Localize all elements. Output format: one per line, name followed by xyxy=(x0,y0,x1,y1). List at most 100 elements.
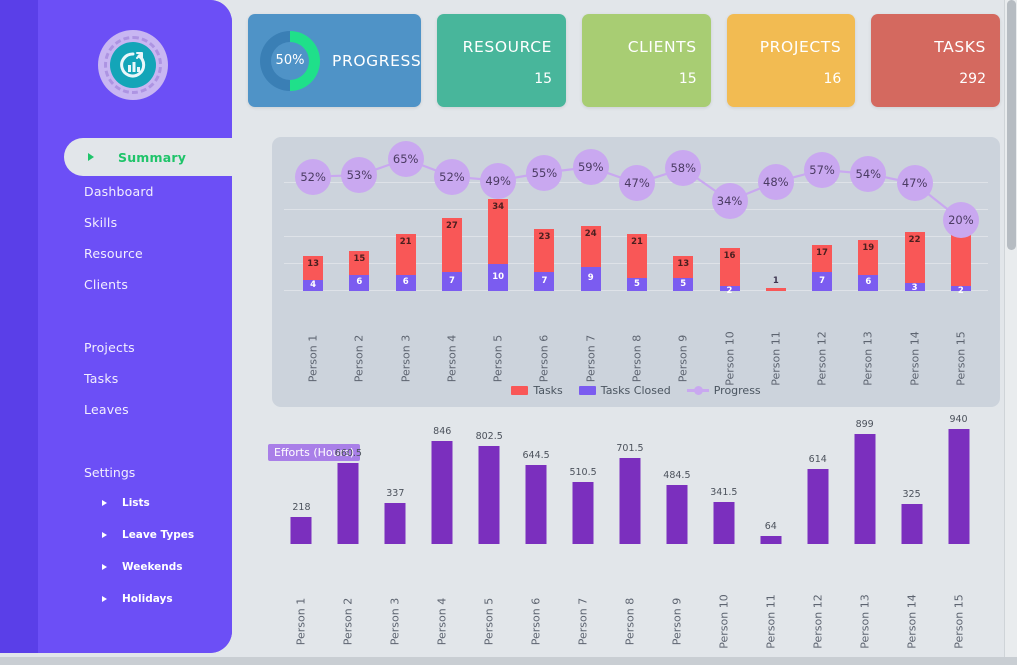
sidebar-item-label: Skills xyxy=(84,215,118,230)
kpi-card-tasks[interactable]: TASKS 292 xyxy=(871,14,1000,107)
kpi-card-resource[interactable]: RESOURCE 15 xyxy=(437,14,567,107)
x-axis-label: Person 15 xyxy=(952,594,966,649)
sidebar-item-skills[interactable]: Skills xyxy=(0,207,232,238)
sidebar-item-label: Dashboard xyxy=(84,184,154,199)
efforts-bar-value: 325 xyxy=(902,489,921,501)
efforts-bar xyxy=(948,429,970,544)
efforts-chart-column[interactable]: 644.5 Person 6 xyxy=(513,430,560,652)
kpi-clients-title: CLIENTS xyxy=(627,38,697,56)
efforts-chart: Efforts (Hours) 218 Person 1 660.5 Person 2… xyxy=(248,414,1000,652)
progress-bubble[interactable]: 52% xyxy=(433,158,470,195)
sidebar-item-label: Resource xyxy=(84,246,143,261)
efforts-bar-value: 899 xyxy=(855,419,874,431)
progress-bubble[interactable]: 47% xyxy=(619,165,655,202)
efforts-bar-value: 701.5 xyxy=(616,443,644,455)
sidebar-settings-heading[interactable]: Settings xyxy=(0,457,232,487)
sidebar-item-leaves[interactable]: Leaves xyxy=(0,394,232,425)
vertical-scrollbar[interactable] xyxy=(1004,0,1017,657)
efforts-chart-column[interactable]: 341.5 Person 10 xyxy=(700,430,747,652)
kpi-resource-value: 15 xyxy=(534,71,553,87)
efforts-bar xyxy=(337,463,359,544)
efforts-bar-value: 644.5 xyxy=(522,450,550,462)
efforts-bar xyxy=(713,502,735,544)
x-axis-label: Person 7 xyxy=(576,597,590,646)
progress-bubble[interactable]: 48% xyxy=(757,163,794,200)
efforts-bar xyxy=(807,469,829,544)
efforts-chart-column[interactable]: 701.5 Person 8 xyxy=(607,430,654,652)
sidebar-subitem-lists[interactable]: Lists xyxy=(0,487,232,519)
efforts-bar-value: 802.5 xyxy=(475,431,503,443)
efforts-bar-value: 614 xyxy=(808,454,827,466)
sidebar-item-projects[interactable]: Projects xyxy=(0,332,232,363)
progress-bubble[interactable]: 54% xyxy=(850,155,887,192)
kpi-card-clients[interactable]: CLIENTS 15 xyxy=(582,14,711,107)
efforts-bar xyxy=(384,502,406,544)
caret-right-icon xyxy=(88,153,94,161)
window-bottom-bar xyxy=(0,657,1017,665)
sidebar-item-clients[interactable]: Clients xyxy=(0,269,232,300)
progress-bubble[interactable]: 53% xyxy=(341,157,378,194)
progress-donut-value: 50% xyxy=(271,41,309,80)
sidebar-item-summary[interactable]: Summary xyxy=(64,138,232,176)
sidebar-item-resource[interactable]: Resource xyxy=(0,238,232,269)
efforts-chart-column[interactable]: 899 Person 13 xyxy=(841,419,888,652)
caret-right-icon xyxy=(102,564,107,570)
progress-bubble[interactable]: 58% xyxy=(665,150,702,187)
kpi-projects-title: PROJECTS xyxy=(759,38,842,56)
efforts-chart-column[interactable]: 510.5 Person 7 xyxy=(560,430,607,652)
x-axis-label: Person 11 xyxy=(764,594,778,649)
progress-bubble[interactable]: 59% xyxy=(572,149,609,186)
kpi-card-progress[interactable]: 50% PROGRESS xyxy=(248,14,422,107)
efforts-bar-value: 846 xyxy=(433,425,452,437)
sidebar-subitem-holidays[interactable]: Holidays xyxy=(0,583,232,615)
efforts-chart-column[interactable]: 614 Person 12 xyxy=(794,430,841,652)
x-axis-label: Person 10 xyxy=(717,594,731,649)
caret-right-icon xyxy=(102,532,107,538)
efforts-bar-value: 218 xyxy=(292,502,311,514)
efforts-bar-value: 337 xyxy=(386,487,405,499)
sidebar-subitem-weekends[interactable]: Weekends xyxy=(0,551,232,583)
x-axis-label: Person 6 xyxy=(529,597,543,646)
efforts-chart-column[interactable]: 660.5 Person 2 xyxy=(325,430,372,652)
efforts-chart-column[interactable]: 218 Person 1 xyxy=(278,430,325,652)
progress-bubble[interactable]: 49% xyxy=(480,162,517,199)
kpi-card-row: 50% PROGRESS RESOURCE 15 CLIENTS 15 PROJ… xyxy=(248,14,1000,107)
sidebar-subitem-leave-types[interactable]: Leave Types xyxy=(0,519,232,551)
efforts-bar-value: 64 xyxy=(764,521,777,533)
kpi-card-projects[interactable]: PROJECTS 16 xyxy=(726,14,856,107)
x-axis-label: Person 2 xyxy=(341,597,355,646)
x-axis-label: Person 12 xyxy=(811,594,825,649)
efforts-bar xyxy=(901,504,923,544)
x-axis-label: Person 4 xyxy=(435,597,449,646)
efforts-chart-column[interactable]: 846 Person 4 xyxy=(419,426,466,652)
sidebar-item-label: Leaves xyxy=(84,402,129,417)
efforts-chart-column[interactable]: 484.5 Person 9 xyxy=(653,430,700,652)
dashboard-root: Summary Dashboard Skills Resource Clients Pro… xyxy=(0,0,1017,665)
efforts-chart-column[interactable]: 802.5 Person 5 xyxy=(466,430,513,652)
sidebar-group-separator xyxy=(0,300,232,332)
efforts-chart-column[interactable]: 940 Person 15 xyxy=(935,414,982,652)
efforts-chart-column[interactable]: 325 Person 14 xyxy=(888,430,935,652)
progress-bubble[interactable]: 55% xyxy=(526,154,563,191)
efforts-chart-column[interactable]: 64 Person 11 xyxy=(747,430,794,652)
progress-bubble[interactable]: 65% xyxy=(387,141,424,177)
progress-bubble[interactable]: 47% xyxy=(896,165,933,202)
kpi-resource-title: RESOURCE xyxy=(462,38,553,56)
efforts-bar-value: 510.5 xyxy=(569,466,597,478)
caret-right-icon xyxy=(102,500,107,506)
progress-bubble[interactable]: 52% xyxy=(295,158,332,195)
scrollbar-thumb[interactable] xyxy=(1007,0,1016,250)
kpi-clients-value: 15 xyxy=(678,71,697,87)
progress-bubble[interactable]: 20% xyxy=(942,201,979,238)
progress-bubble[interactable]: 57% xyxy=(804,151,841,188)
app-logo xyxy=(98,30,168,100)
efforts-bar-value: 341.5 xyxy=(710,487,738,499)
progress-bubble[interactable]: 34% xyxy=(711,182,748,219)
sidebar: Summary Dashboard Skills Resource Clients Pro… xyxy=(0,0,232,653)
sidebar-item-dashboard[interactable]: Dashboard xyxy=(0,176,232,207)
efforts-bar-value: 940 xyxy=(949,414,968,426)
efforts-bar xyxy=(666,484,688,544)
efforts-chart-column[interactable]: 337 Person 3 xyxy=(372,430,419,652)
efforts-bar xyxy=(290,517,312,544)
sidebar-item-tasks[interactable]: Tasks xyxy=(0,363,232,394)
